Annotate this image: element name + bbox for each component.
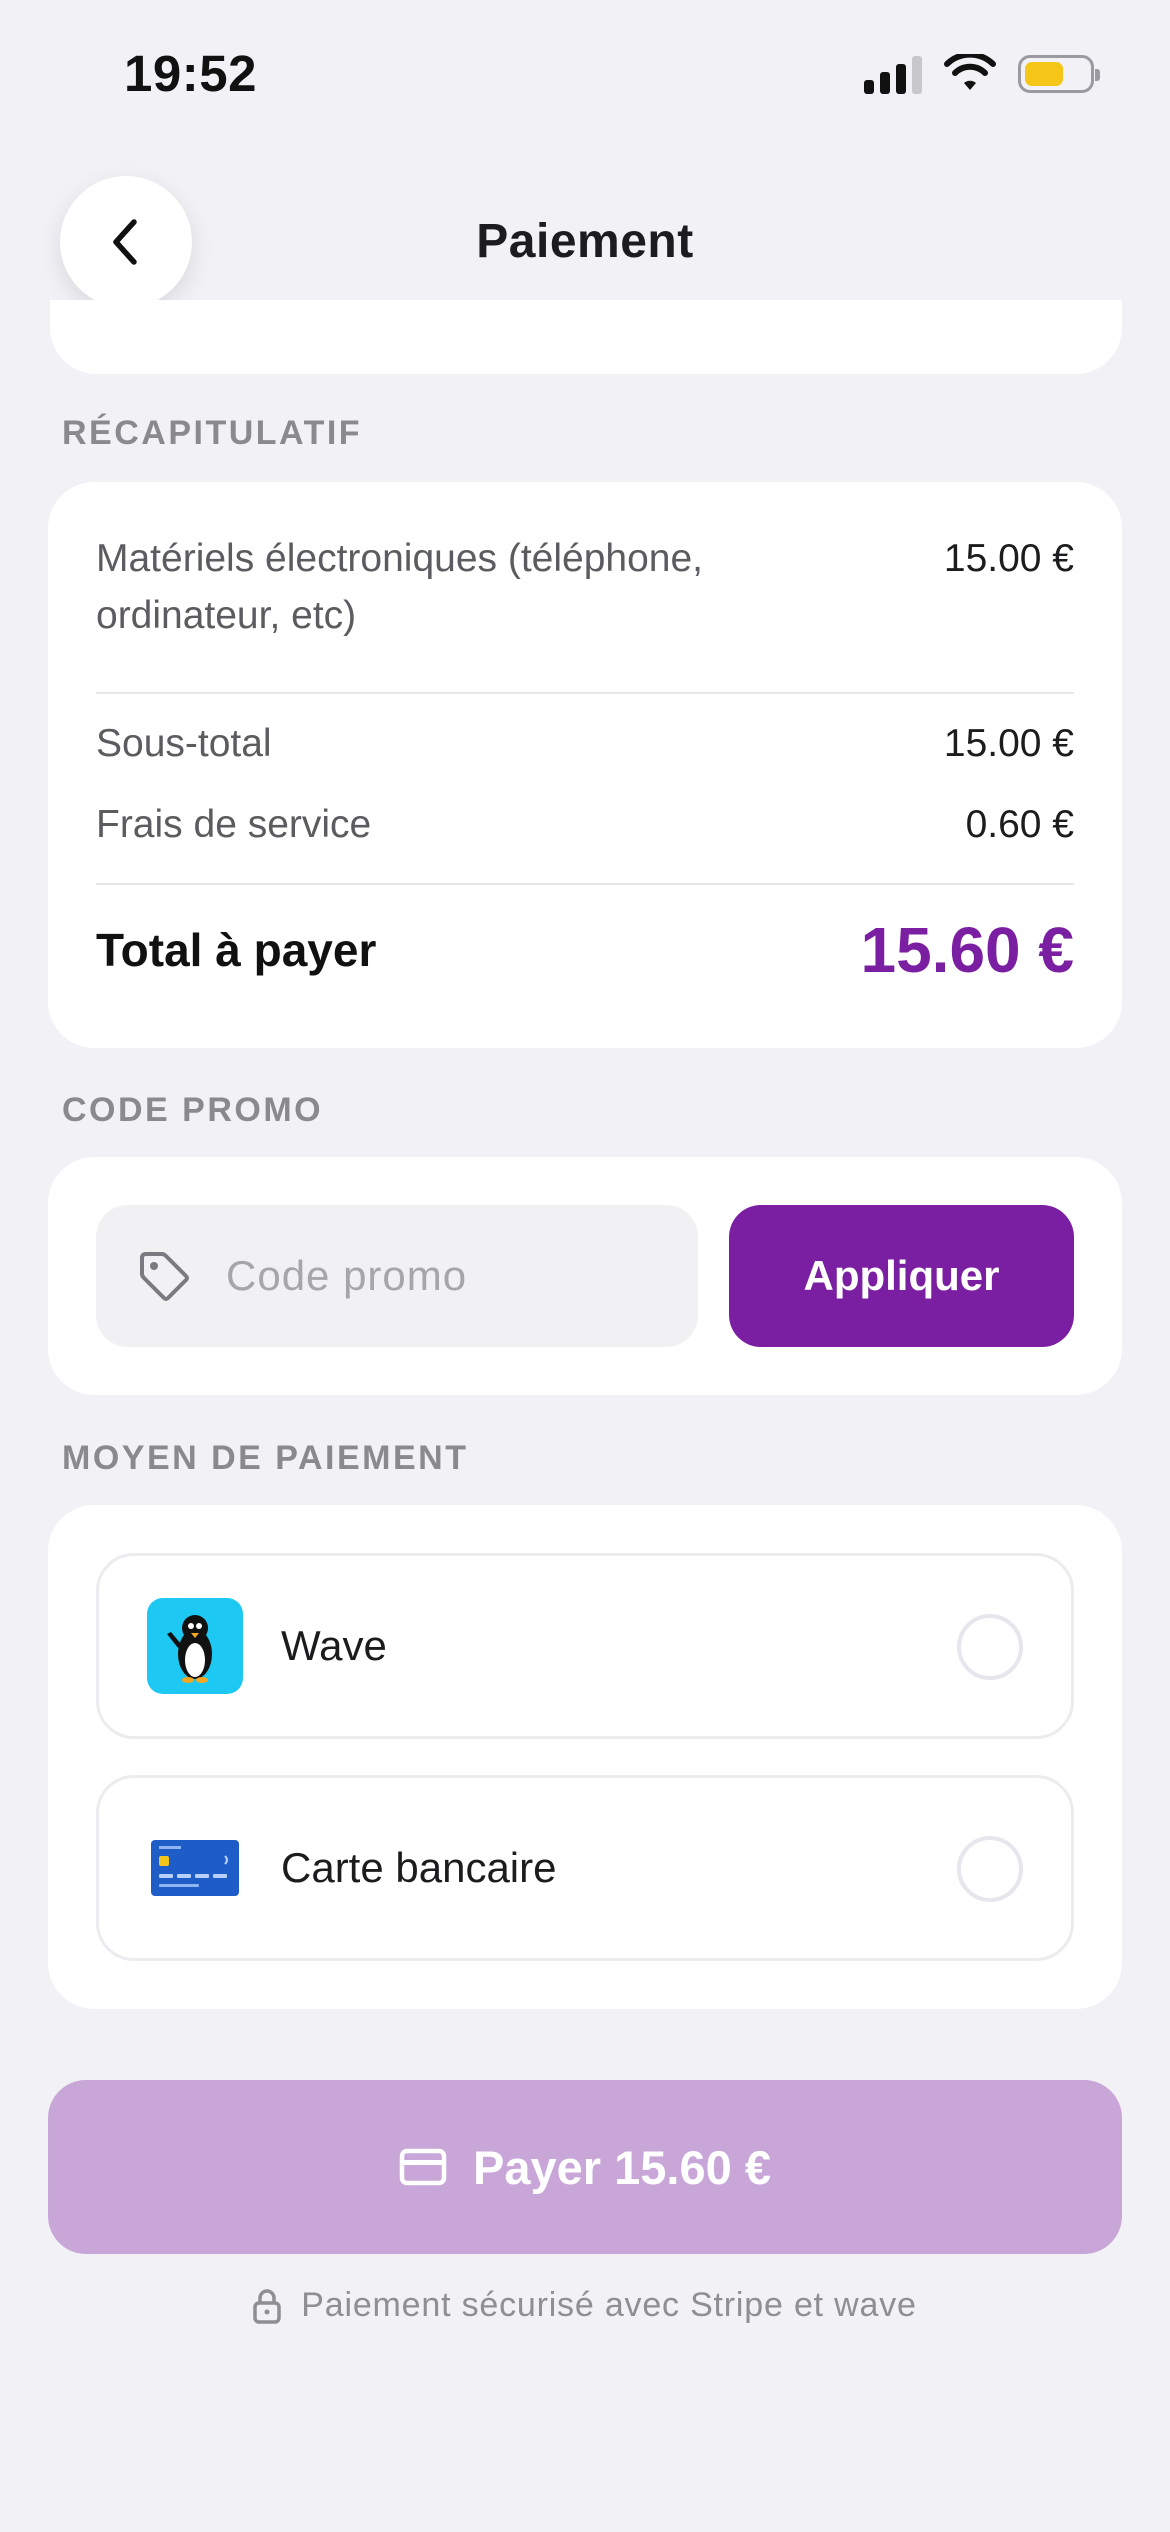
battery-icon (1018, 55, 1100, 93)
promo-section-label: CODE PROMO (62, 1091, 324, 1129)
lock-icon (253, 2288, 282, 2324)
payment-section-label: MOYEN DE PAIEMENT (62, 1439, 469, 1477)
apply-promo-button[interactable]: Appliquer (729, 1205, 1074, 1347)
payment-methods-card: Wave Carte bancaire (48, 1505, 1122, 2009)
subtotal-row: Sous-total 15.00 € (96, 715, 1074, 772)
wifi-icon (944, 54, 996, 90)
total-amount: 15.60 € (860, 914, 1074, 986)
payment-method-card[interactable]: Carte bancaire (96, 1775, 1074, 1961)
item-label: Matériels électroniques (téléphone, ordi… (96, 537, 704, 637)
wave-penguin-icon (147, 1598, 243, 1694)
status-icons (864, 54, 1100, 94)
fee-amount: 0.60 € (965, 803, 1074, 846)
subtotal-label: Sous-total (96, 722, 272, 765)
promo-code-input[interactable] (226, 1252, 646, 1300)
summary-card: Matériels électroniques (téléphone, ordi… (48, 482, 1122, 1048)
status-time: 19:52 (124, 45, 257, 102)
total-row: Total à payer 15.60 € (96, 914, 1074, 986)
fee-label: Frais de service (96, 803, 372, 846)
secure-note-text: Paiement sécurisé avec Stripe et wave (301, 2286, 917, 2324)
battery-level (1025, 62, 1064, 86)
divider (96, 883, 1074, 885)
cellular-signal-icon (864, 54, 922, 94)
page-title: Paiement (476, 215, 694, 268)
item-amount: 15.00 € (943, 537, 1074, 580)
pay-button[interactable]: Payer 15.60 € (48, 2080, 1122, 2254)
credit-card-icon (147, 1820, 243, 1916)
card-icon (399, 2148, 447, 2186)
tag-icon (140, 1252, 189, 1301)
subtotal-amount: 15.00 € (943, 722, 1074, 765)
payment-method-name: Wave (281, 1622, 387, 1669)
payment-method-name: Carte bancaire (281, 1844, 557, 1891)
promo-input-container[interactable] (96, 1205, 698, 1347)
radio-button[interactable] (957, 1836, 1023, 1902)
previous-card (50, 300, 1122, 374)
total-label: Total à payer (96, 924, 377, 976)
radio-button[interactable] (957, 1614, 1023, 1680)
secure-payment-note: Paiement sécurisé avec Stripe et wave (0, 2286, 1170, 2325)
summary-item-row: Matériels électroniques (téléphone, ordi… (96, 530, 1074, 644)
payment-method-wave[interactable]: Wave (96, 1553, 1074, 1739)
header: Paiement (0, 176, 1170, 308)
summary-section-label: RÉCAPITULATIF (62, 414, 363, 452)
divider (96, 692, 1074, 694)
status-bar: 19:52 (0, 0, 1170, 150)
pay-button-label: Payer 15.60 € (473, 2140, 771, 2194)
fee-row: Frais de service 0.60 € (96, 796, 1074, 853)
promo-card: Appliquer (48, 1157, 1122, 1395)
